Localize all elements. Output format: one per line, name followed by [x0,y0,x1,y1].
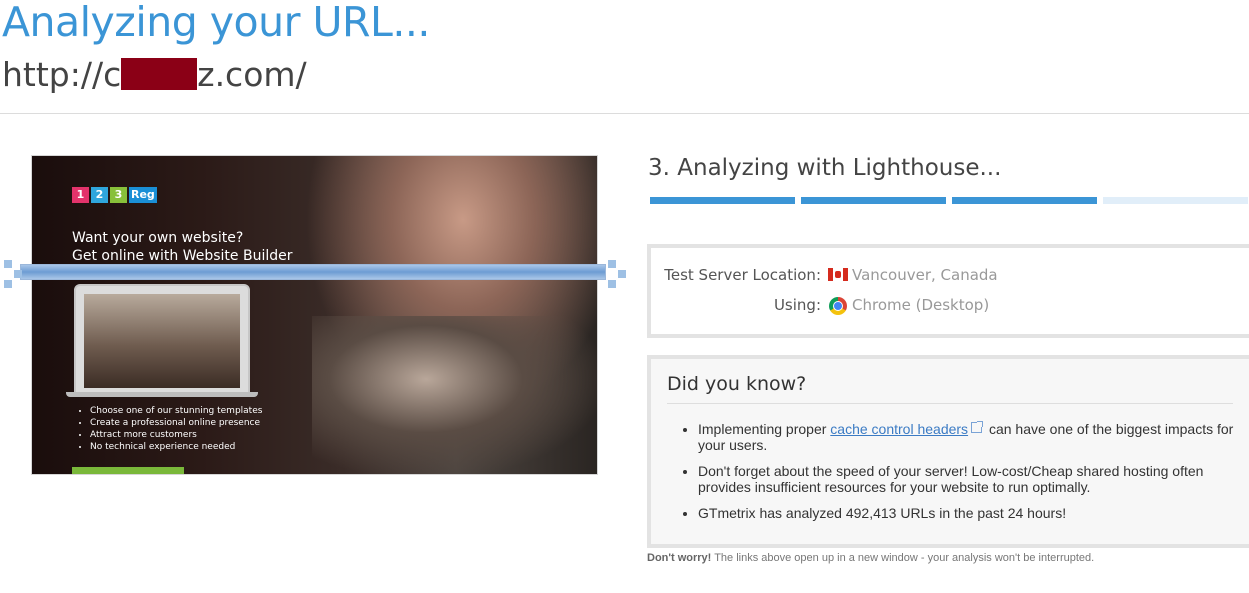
list-item: Attract more customers [90,429,262,441]
did-you-know-divider [667,403,1233,404]
server-location-row: Test Server Location: [651,266,821,286]
progress-segment [952,197,1097,204]
server-info-box: Test Server Location: Vancouver, Canada … [647,244,1249,338]
note-bold: Don't worry! [647,552,712,564]
promo-line-2: Get online with Website Builder [72,248,293,264]
note-text: The links above open up in a new window … [711,552,1095,564]
scan-handle-icon [14,270,22,278]
preview-photo-foreground [312,316,597,474]
external-link-icon[interactable] [971,421,984,433]
browser-value: Chrome (Desktop) [852,296,990,314]
header-divider [0,113,1249,114]
redaction-block [121,58,198,90]
list-item: Don't forget about the speed of your ser… [698,463,1249,495]
server-location-label: Test Server Location: [664,266,821,284]
url-suffix: z.com/ [197,55,307,94]
preview-bullet-list: Choose one of our stunning templates Cre… [78,405,262,453]
list-item: No technical experience needed [90,441,262,453]
scan-handle-icon [4,260,12,268]
preview-promo-text: Want your own website? Get online with W… [72,229,292,265]
dont-worry-note: Don't worry! The links above open up in … [647,552,1094,564]
logo-digit-3: 3 [110,187,127,203]
list-item: Choose one of our stunning templates [90,405,262,417]
chrome-icon [829,297,847,315]
tip-text: Implementing proper [698,421,831,437]
scan-handle-icon [608,260,616,268]
did-you-know-box: Did you know? Implementing proper cache … [647,355,1249,548]
logo-digit-2: 2 [91,187,108,203]
browser-label: Using: [773,296,821,314]
analyzed-url: http://c z.com/ [2,55,307,95]
did-you-know-title: Did you know? [667,373,807,395]
list-item: GTmetrix has analyzed 492,413 URLs in th… [698,505,1249,521]
scan-handle-icon [608,280,616,288]
url-prefix: http://c [2,55,122,94]
laptop-screen [84,294,240,388]
analysis-step-title: 3. Analyzing with Lighthouse... [648,155,1002,181]
canada-flag-icon [828,268,848,281]
progress-segment [650,197,795,204]
promo-line-1: Want your own website? [72,230,244,246]
progress-segment [1103,197,1248,204]
preview-logo: 1 2 3 Reg [72,187,157,203]
scan-handle-icon [4,280,12,288]
progress-segment [801,197,946,204]
scan-line [20,264,606,280]
laptop-base [66,392,258,397]
scan-handle-icon [618,270,626,278]
list-item: Create a professional online presence [90,417,262,429]
tips-list: Implementing proper cache control header… [679,421,1249,531]
server-location-value: Vancouver, Canada [852,266,998,284]
browser-row: Using: [651,296,821,316]
analysis-progress-bar [650,197,1248,204]
list-item: Implementing proper cache control header… [698,421,1249,453]
preview-cta-button [72,467,184,474]
page-screenshot-preview: 1 2 3 Reg Want your own website? Get onl… [31,155,598,475]
cache-control-headers-link[interactable]: cache control headers [830,421,968,437]
logo-word: Reg [129,187,157,203]
page-title: Analyzing your URL... [2,0,430,46]
laptop-image [74,284,250,394]
logo-digit-1: 1 [72,187,89,203]
